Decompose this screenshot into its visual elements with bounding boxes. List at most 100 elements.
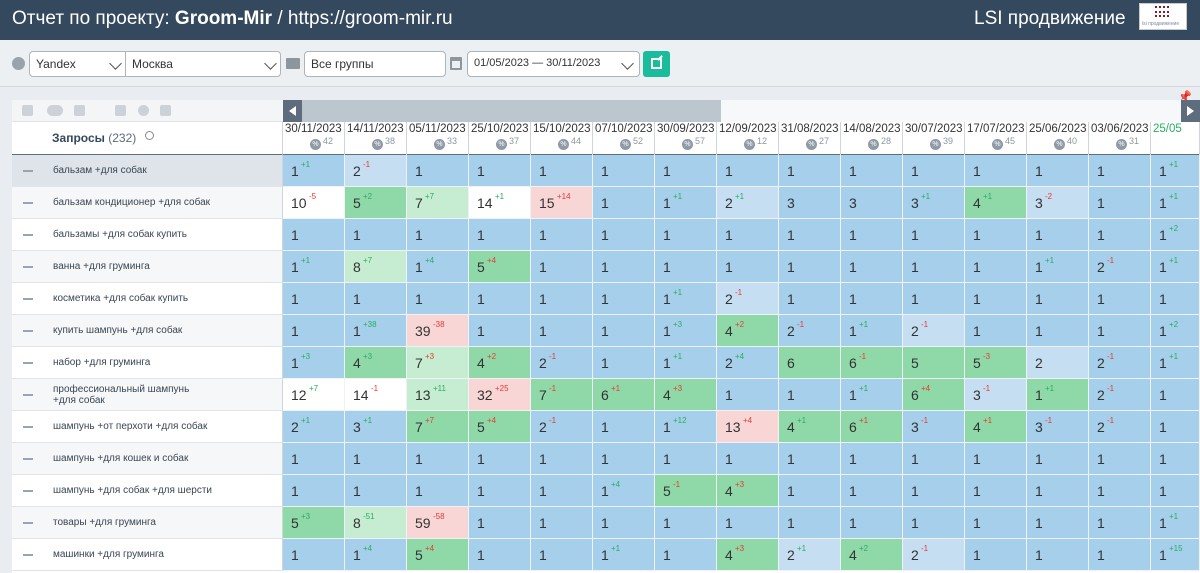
position-cell[interactable]: 2 +4 [717, 347, 779, 379]
collapse-icon[interactable] [23, 234, 33, 236]
position-cell[interactable]: 5 -1 [655, 475, 717, 507]
position-cell[interactable]: 1 [655, 507, 717, 539]
table-row[interactable]: набор +для груминга 1 +3 4 +3 7 +3 4 +2 2 -1 1 1 +1 2 +… [12, 347, 1200, 379]
position-cell[interactable]: 1 [717, 219, 779, 251]
table-row[interactable]: профессиональный шампунь +для собак 12 +7 1… [12, 379, 1200, 411]
position-cell[interactable]: 6 [779, 347, 841, 379]
position-cell[interactable]: 1 [779, 507, 841, 539]
position-cell[interactable]: 2 -1 [531, 411, 593, 443]
position-cell[interactable]: 3 +1 [345, 411, 407, 443]
position-cell[interactable]: 1 [283, 315, 345, 347]
position-cell[interactable]: 5 [903, 347, 965, 379]
date-column-header[interactable]: 25/05 [1151, 122, 1200, 155]
position-cell[interactable]: 1 [655, 251, 717, 283]
date-range-select[interactable]: 01/05/2023 — 30/11/2023 [467, 51, 640, 77]
position-cell[interactable]: 1 +1 [593, 539, 655, 571]
table-row[interactable]: шампунь +для собак +для шерсти 1 1 1 1 1 1 +4 5-… [12, 475, 1200, 507]
position-cell[interactable]: 1 [779, 443, 841, 475]
percent-icon[interactable]: % [682, 139, 693, 150]
position-cell[interactable]: 1 [903, 251, 965, 283]
query-text[interactable]: бальзам кондиционер +для собак [53, 197, 210, 208]
position-cell[interactable]: 1 +1 [1151, 507, 1200, 539]
collapse-icon[interactable] [23, 490, 33, 492]
position-cell[interactable]: 1 [469, 155, 531, 187]
position-cell[interactable]: 1 [1089, 443, 1151, 475]
position-cell[interactable]: 1 [283, 443, 345, 475]
position-cell[interactable]: 4 +2 [841, 539, 903, 571]
position-cell[interactable]: 1 [407, 219, 469, 251]
position-cell[interactable]: 1 [1089, 475, 1151, 507]
position-cell[interactable]: 2 +1 [717, 187, 779, 219]
position-cell[interactable]: 1 [1089, 539, 1151, 571]
position-cell[interactable]: 1 +1 [655, 187, 717, 219]
position-cell[interactable]: 1 [1089, 219, 1151, 251]
position-cell[interactable]: 1 [841, 155, 903, 187]
position-cell[interactable]: 4 +3 [345, 347, 407, 379]
position-cell[interactable]: 1 [841, 283, 903, 315]
search-icon[interactable] [145, 131, 154, 140]
position-cell[interactable]: 1 [965, 155, 1027, 187]
date-column-header[interactable]: 30/09/2023% 57 [655, 122, 717, 155]
percent-icon[interactable]: % [372, 139, 383, 150]
position-cell[interactable]: 39 -38 [407, 315, 469, 347]
position-cell[interactable]: 1 [345, 219, 407, 251]
position-cell[interactable]: 1 +3 [655, 315, 717, 347]
date-column-header[interactable]: 05/11/2023% 33 [407, 122, 469, 155]
percent-icon[interactable]: % [620, 139, 631, 150]
position-cell[interactable]: 1 [469, 539, 531, 571]
percent-icon[interactable]: % [1116, 139, 1127, 150]
position-cell[interactable]: 1 [407, 443, 469, 475]
position-cell[interactable]: 1 [593, 155, 655, 187]
collapse-icon[interactable] [23, 298, 33, 300]
position-cell[interactable]: 1 [531, 507, 593, 539]
position-cell[interactable]: 1 +1 [283, 251, 345, 283]
position-cell[interactable]: 5 -3 [965, 347, 1027, 379]
position-cell[interactable]: 1 [283, 219, 345, 251]
scroll-left-button[interactable] [283, 100, 302, 122]
position-cell[interactable]: 4 +1 [965, 187, 1027, 219]
position-cell[interactable]: 1 [469, 475, 531, 507]
position-cell[interactable]: 1 +2 [1151, 219, 1200, 251]
position-cell[interactable]: 1 [593, 187, 655, 219]
position-cell[interactable]: 1 [1027, 315, 1089, 347]
query-text[interactable]: бальзамы +для собак купить [53, 229, 187, 240]
position-cell[interactable]: 1 [841, 507, 903, 539]
query-text[interactable]: бальзам +для собак [53, 165, 147, 176]
position-cell[interactable]: 1 +38 [345, 315, 407, 347]
brand-logo[interactable]: lsi продвижение [1139, 3, 1187, 30]
position-cell[interactable]: 1 [655, 443, 717, 475]
position-cell[interactable]: 1 [531, 475, 593, 507]
position-cell[interactable]: 1 [407, 155, 469, 187]
percent-icon[interactable]: % [806, 139, 817, 150]
position-cell[interactable]: 1 +1 [655, 347, 717, 379]
table-row[interactable]: бальзамы +для собак купить 1 1 1 1 1 1 1 1 1 1 1 1 1 1… [12, 219, 1200, 251]
date-column-header[interactable]: 31/08/2023% 27 [779, 122, 841, 155]
position-cell[interactable]: 1 [345, 475, 407, 507]
position-cell[interactable]: 2 [1027, 347, 1089, 379]
engine-region-select[interactable]: Yandex Москва [29, 51, 281, 77]
position-cell[interactable]: 1 +2 [1151, 315, 1200, 347]
position-cell[interactable]: 1 [345, 283, 407, 315]
position-cell[interactable]: 1 +1 [1027, 379, 1089, 411]
position-cell[interactable]: 1 [531, 155, 593, 187]
group-select[interactable]: Все группы [304, 51, 446, 77]
position-cell[interactable]: 1 +15 [1151, 539, 1200, 571]
table-row[interactable]: купить шампунь +для собак 1 1 +38 39 -38 1 1 1 1 +… [12, 315, 1200, 347]
position-cell[interactable]: 7 +7 [407, 411, 469, 443]
position-cell[interactable]: 2 +1 [283, 411, 345, 443]
date-column-header[interactable]: 12/09/2023% 12 [717, 122, 779, 155]
position-cell[interactable]: 1 [903, 283, 965, 315]
percent-icon[interactable]: % [868, 139, 879, 150]
position-cell[interactable]: 2 -1 [903, 315, 965, 347]
position-cell[interactable]: 1 [593, 347, 655, 379]
position-cell[interactable]: 1 [717, 155, 779, 187]
horizontal-scrollbar[interactable] [283, 100, 1200, 122]
position-cell[interactable]: 1 [593, 251, 655, 283]
position-cell[interactable]: 1 [655, 155, 717, 187]
percent-icon[interactable]: % [992, 139, 1003, 150]
query-text[interactable]: профессиональный шампунь +для собак [53, 384, 203, 406]
export-button[interactable] [643, 51, 670, 77]
query-text[interactable]: купить шампунь +для собак [53, 325, 182, 336]
position-cell[interactable]: 6 +1 [593, 379, 655, 411]
position-cell[interactable]: 1 [593, 443, 655, 475]
